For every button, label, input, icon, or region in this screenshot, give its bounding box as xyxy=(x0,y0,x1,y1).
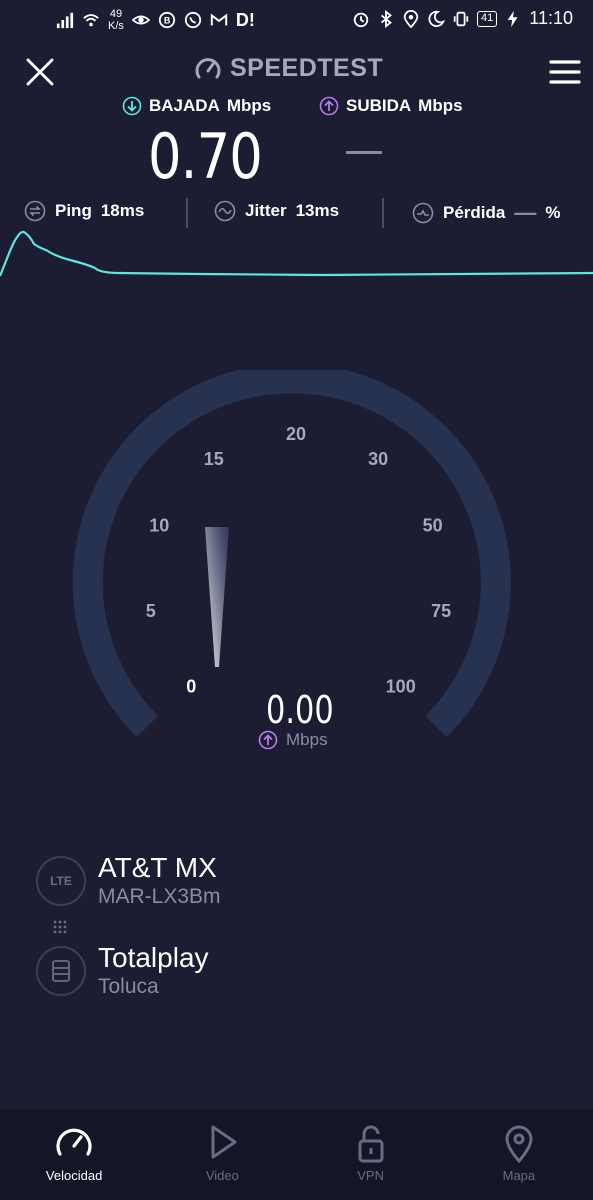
upload-header: SUBIDA Mbps xyxy=(319,96,463,116)
gauge-tick-label: 100 xyxy=(386,677,416,697)
clock: 11:10 xyxy=(529,8,573,28)
nav-item-video[interactable]: Video xyxy=(148,1110,296,1200)
upload-arrow-icon xyxy=(258,730,278,750)
nav-item-velocidad[interactable]: Velocidad xyxy=(0,1110,148,1200)
notification-badge: D! xyxy=(235,9,255,30)
vibrate-icon xyxy=(453,11,469,26)
speed-graph xyxy=(0,230,593,277)
server-icon xyxy=(36,946,86,996)
upload-label: SUBIDA xyxy=(346,96,412,115)
gauge-tick-label: 10 xyxy=(149,515,169,535)
menu-icon[interactable] xyxy=(549,58,581,86)
app-header: SPEEDTEST xyxy=(0,50,593,94)
location-icon xyxy=(403,9,419,28)
signal-icon xyxy=(56,12,74,29)
battery-level: 41 xyxy=(477,10,498,27)
nav-item-vpn[interactable]: VPN xyxy=(297,1110,445,1200)
wifi-icon xyxy=(83,14,99,27)
speedtest-logo-icon xyxy=(195,57,221,78)
ping-metric: Ping 18ms xyxy=(24,200,144,222)
gauge-tick-label: 0 xyxy=(186,677,196,697)
connection-dots-icon xyxy=(53,920,67,934)
isp-info[interactable]: LTE AT&T MX MAR-LX3Bm xyxy=(36,852,221,910)
bottom-nav: Velocidad Video VPN Mapa xyxy=(0,1110,593,1200)
server-name: Totalplay xyxy=(98,942,209,973)
nav-label: Video xyxy=(205,1168,239,1183)
brand-name: SPEEDTEST xyxy=(230,54,384,82)
gauge-tick-label: 5 xyxy=(146,601,156,621)
whatsapp-icon xyxy=(184,11,202,29)
device-name: MAR-LX3Bm xyxy=(98,885,221,908)
loss-label: Pérdida xyxy=(443,203,506,222)
play-icon xyxy=(211,1125,237,1159)
loss-metric: Pérdida — % xyxy=(412,200,560,226)
jitter-value: 13ms xyxy=(295,201,340,220)
nav-label: Velocidad xyxy=(45,1168,103,1183)
ping-label: Ping xyxy=(55,201,92,220)
upload-value-placeholder xyxy=(346,151,382,154)
gauge-needle xyxy=(205,527,229,667)
loss-value: — xyxy=(514,200,537,225)
eye-icon xyxy=(131,15,150,25)
nav-item-mapa[interactable]: Mapa xyxy=(445,1110,593,1200)
moon-icon xyxy=(428,10,446,27)
lte-icon: LTE xyxy=(36,856,86,906)
gauge-tick-label: 30 xyxy=(368,449,388,469)
server-location: Toluca xyxy=(98,975,159,998)
upload-arrow-icon xyxy=(319,96,339,116)
download-header: BAJADA Mbps xyxy=(122,96,271,116)
svg-text:B: B xyxy=(164,16,171,26)
ping-value: 18ms xyxy=(100,201,145,220)
charging-icon xyxy=(507,10,518,27)
upload-unit: Mbps xyxy=(418,96,463,115)
gauge-unit-row: Mbps xyxy=(258,730,328,750)
download-arrow-icon xyxy=(122,96,142,116)
gauge-tick-label: 20 xyxy=(286,424,306,444)
jitter-icon xyxy=(214,200,236,222)
download-label: BAJADA xyxy=(149,96,220,115)
metric-divider xyxy=(382,198,384,228)
gauge-tick-label: 75 xyxy=(431,601,451,621)
gmail-icon xyxy=(210,13,228,26)
download-value: 0.70 xyxy=(148,120,263,193)
alarm-icon xyxy=(353,12,369,27)
metric-divider xyxy=(186,198,188,228)
status-bar: 49 K/s B D! 41 11:10 xyxy=(0,0,593,44)
jitter-label: Jitter xyxy=(245,201,287,220)
network-speed: 49 K/s xyxy=(108,8,124,32)
b-app-icon: B xyxy=(158,11,176,29)
lock-icon xyxy=(358,1125,384,1163)
jitter-metric: Jitter 13ms xyxy=(214,200,339,222)
gauge-tick-label: 15 xyxy=(204,449,224,469)
ping-icon xyxy=(24,200,46,222)
gauge-tick-label: 50 xyxy=(423,515,443,535)
gauge-value: 0.00 xyxy=(266,688,334,732)
speed-graph-line xyxy=(0,230,593,277)
nav-label: VPN xyxy=(357,1168,384,1183)
close-icon[interactable] xyxy=(24,56,56,88)
speedometer-icon xyxy=(56,1128,92,1156)
isp-name: AT&T MX xyxy=(98,852,217,883)
nav-label: Mapa xyxy=(502,1168,536,1183)
loss-unit: % xyxy=(545,203,561,222)
packet-loss-icon xyxy=(412,202,434,224)
bluetooth-icon xyxy=(380,9,392,28)
gauge-unit: Mbps xyxy=(286,730,328,749)
download-unit: Mbps xyxy=(226,96,272,115)
server-info[interactable]: Totalplay Toluca xyxy=(36,942,209,1000)
brand-logo: SPEEDTEST xyxy=(194,54,383,83)
map-pin-icon xyxy=(505,1125,533,1164)
